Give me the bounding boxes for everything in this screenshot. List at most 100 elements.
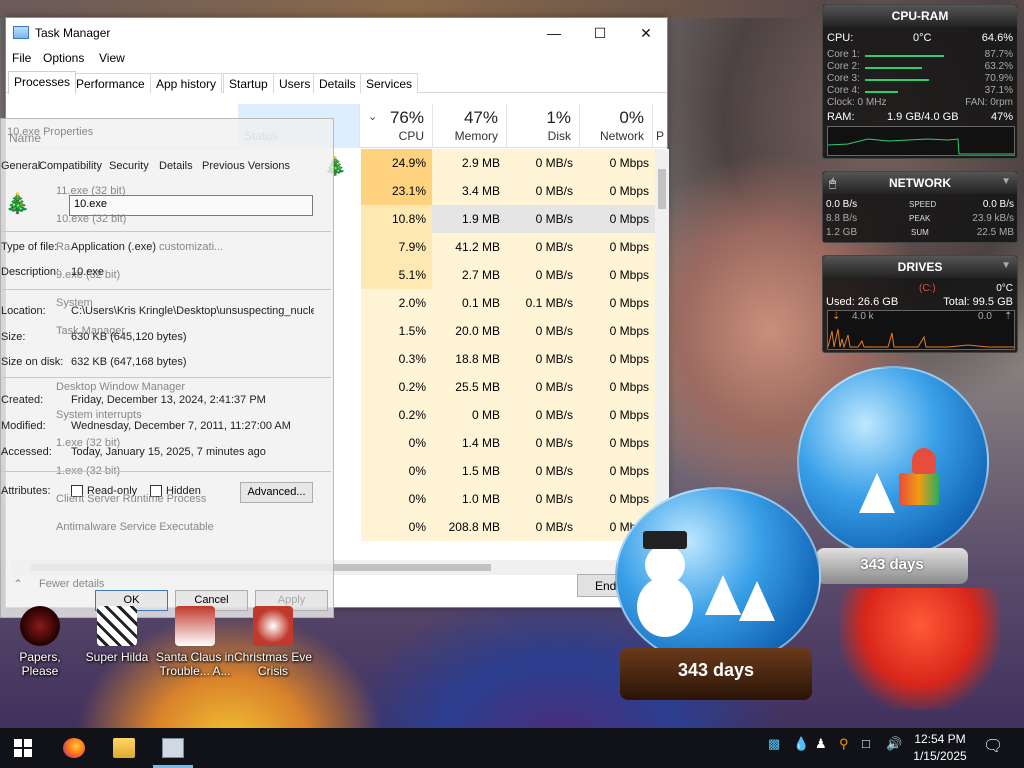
table-row[interactable]: 7.9% 41.2 MB 0 MB/s 0 Mbps [361,233,655,261]
ghost-row-dwm: Desktop Window Manager [56,381,186,393]
globe-tree-icon [859,473,895,513]
cpu-cell: 23.1% [361,177,432,205]
size-label: Size: [1,331,26,343]
prop-tab-details[interactable]: Details [159,160,193,172]
size-on-disk-value: 632 KB (647,168 bytes) [71,356,187,368]
cpu-cell: 2.0% [361,289,432,317]
location-value: C:\Users\Kris Kringle\Desktop\unsuspecti… [71,305,314,317]
drive-temp: 0°C [996,283,1013,294]
memory-cell: 41.2 MB [432,233,506,261]
firefox-icon[interactable] [63,738,85,758]
table-row[interactable]: 0% 1.5 MB 0 MB/s 0 Mbps [361,457,655,485]
network-cell: 0 Mbps [579,149,655,177]
table-row[interactable]: 0.2% 25.5 MB 0 MB/s 0 Mbps [361,373,655,401]
disk-cell: 0 MB/s [506,233,579,261]
table-row[interactable]: 0% 208.8 MB 0 MB/s 0 Mbps [361,513,655,541]
network-gadget[interactable]: NETWORK 🖱 ▼ 0.0 B/s SPEED 0.0 B/s 8.8 B/… [822,171,1018,243]
tray-search-icon[interactable]: ⚲ [839,736,849,752]
network-column-header[interactable]: 0% Network [579,104,652,148]
tray-network-icon[interactable]: □ [862,736,870,751]
network-collapse-icon[interactable]: ▼ [1001,176,1011,187]
prop-tab-security[interactable]: Security [109,160,149,172]
task-manager-taskbar-icon[interactable] [162,738,184,758]
tray-drop-icon[interactable]: 💧 [793,736,809,752]
tab-startup[interactable]: Startup [223,73,274,93]
drives-gadget[interactable]: DRIVES ▼ (C:) 0°C Used: 26.6 GB Total: 9… [822,255,1018,353]
separator [1,377,331,378]
ghost-row-custom: customizati... [159,241,224,253]
prop-tab-general[interactable]: General [1,160,40,172]
notifications-icon[interactable]: 🗨 [983,736,1003,756]
table-row[interactable]: 0% 1.0 MB 0 MB/s 0 Mbps [361,485,655,513]
table-row[interactable]: 0.3% 18.8 MB 0 MB/s 0 Mbps [361,345,655,373]
network-cell: 0 Mbps [579,233,655,261]
tray-people-icon[interactable]: ♟ [815,736,827,752]
accessed-label: Accessed: [1,446,52,458]
tray-app-icon[interactable]: ▩ [768,736,780,752]
drive-write-value: 0.0 [978,311,992,322]
memory-cell: 20.0 MB [432,317,506,345]
power-column-header[interactable]: P [652,104,667,148]
file-explorer-icon[interactable] [113,738,135,758]
table-row[interactable]: 0.2% 0 MB 0 MB/s 0 Mbps [361,401,655,429]
small-globe-counter: 343 days [816,548,968,584]
memory-column-header[interactable]: 47% Memory [432,104,506,148]
tab-details[interactable]: Details [313,73,362,93]
advanced-button[interactable]: Advanced... [240,482,313,503]
disk-column-header[interactable]: 1% Disk [506,104,579,148]
desktop-icon-santa-claus[interactable]: Santa Claus in Trouble... A... [155,606,235,678]
table-row[interactable]: 23.1% 3.4 MB 0 MB/s 0 Mbps [361,177,655,205]
table-row[interactable]: 2.0% 0.1 MB 0.1 MB/s 0 Mbps [361,289,655,317]
tab-processes[interactable]: Processes [8,71,77,94]
taskbar-date[interactable]: 1/15/2025 [912,749,968,763]
desktop-icon-christmas-eve-crisis[interactable]: Christmas Eve Crisis [233,606,313,678]
table-row[interactable]: 10.8% 1.9 MB 0 MB/s 0 Mbps [361,205,655,233]
disk-cell: 0 MB/s [506,205,579,233]
attributes-label: Attributes: [1,485,51,497]
prop-tab-previous-versions[interactable]: Previous Versions [202,160,290,172]
table-row[interactable]: 0% 1.4 MB 0 MB/s 0 Mbps [361,429,655,457]
tab-performance[interactable]: Performance [70,73,151,93]
location-label: Location: [1,305,46,317]
ram-graph [827,126,1015,156]
minimize-button[interactable]: — [531,18,577,48]
title-bar[interactable]: Task Manager — ☐ ✕ [6,18,667,48]
clock-readout: Clock: 0 MHz [827,97,887,108]
taskbar-time[interactable]: 12:54 PM [912,732,968,746]
scroll-thumb[interactable] [658,169,666,209]
maximize-button[interactable]: ☐ [577,18,623,48]
network-cell: 0 Mbps [579,373,655,401]
menu-view[interactable]: View [99,51,125,65]
close-button[interactable]: ✕ [623,18,669,48]
fewer-details-link[interactable]: Fewer details [39,578,104,590]
network-cell: 0 Mbps [579,457,655,485]
menu-options[interactable]: Options [43,51,84,65]
tab-app-history[interactable]: App history [150,73,223,93]
type-label: Type of file: [1,241,58,253]
description-label: Description: [1,266,60,278]
network-cell: 0 Mbps [579,289,655,317]
core-label: Core 2: [827,61,860,72]
table-row[interactable]: 24.9% 2.9 MB 0 MB/s 0 Mbps [361,149,655,177]
network-cell: 0 Mbps [579,345,655,373]
gift-boxes-icon [899,473,939,505]
tab-services[interactable]: Services [360,73,419,93]
tab-users[interactable]: Users [273,73,317,93]
table-row[interactable]: 1.5% 20.0 MB 0 MB/s 0 Mbps [361,317,655,345]
desktop-icon-papers-please[interactable]: Papers, Please [0,606,80,678]
prop-tab-compatibility[interactable]: Compatibility [39,160,102,172]
network-title: NETWORK [823,172,1017,194]
cpu-cell: 0.2% [361,373,432,401]
start-windows-icon[interactable] [14,739,32,757]
menu-file[interactable]: File [12,51,31,65]
properties-dialog[interactable]: 10.exe Properties Name General Compatibi… [0,118,334,618]
core-value: 87.7% [984,49,1013,60]
table-row[interactable]: 5.1% 2.7 MB 0 MB/s 0 Mbps [361,261,655,289]
fewer-details-chevron-icon[interactable]: ⌃ [13,577,23,591]
drives-collapse-icon[interactable]: ▼ [1001,260,1011,271]
cpu-ram-gadget[interactable]: CPU-RAM CPU: 0°C 64.6% Core 1: 87.7% Core … [822,4,1018,159]
tray-volume-icon[interactable]: 🔊 [886,736,902,752]
memory-cell: 1.0 MB [432,485,506,513]
disk-cell: 0 MB/s [506,345,579,373]
desktop-icon-super-hilda[interactable]: Super Hilda [77,606,157,664]
